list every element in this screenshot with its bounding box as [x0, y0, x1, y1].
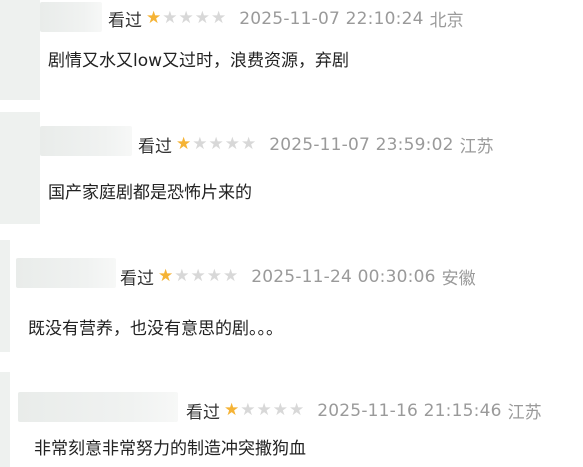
- watch-status: 看过: [186, 403, 220, 423]
- avatar[interactable]: [0, 240, 10, 352]
- avatar[interactable]: [0, 112, 40, 224]
- username[interactable]: [40, 126, 132, 156]
- comment-meta: 看过 ★ ★ ★ ★ ★ 2025-11-16 21:15:46 江苏: [186, 398, 542, 424]
- comment-location: 江苏: [507, 403, 542, 423]
- comment-time: 2025-11-07 23:59:02: [269, 134, 454, 155]
- star-empty-icon: ★: [190, 266, 206, 286]
- watch-status: 看过: [120, 269, 154, 289]
- comment-card: 看过 ★ ★ ★ ★ ★ 2025-11-07 22:10:24 北京 剧情又水…: [0, 0, 583, 100]
- star-empty-icon: ★: [192, 134, 208, 154]
- star-empty-icon: ★: [178, 8, 194, 28]
- comment-time: 2025-11-07 22:10:24: [239, 8, 424, 29]
- watch-status: 看过: [138, 137, 172, 157]
- star-empty-icon: ★: [256, 400, 272, 420]
- comment-card: 看过 ★ ★ ★ ★ ★ 2025-11-07 23:59:02 江苏 国产家庭…: [0, 112, 583, 224]
- comment-text: 非常刻意非常努力的制造冲突撒狗血: [34, 439, 306, 459]
- comment-list: 看过 ★ ★ ★ ★ ★ 2025-11-07 22:10:24 北京 剧情又水…: [0, 0, 583, 467]
- comment-meta: 看过 ★ ★ ★ ★ ★ 2025-11-24 00:30:06 安徽: [120, 264, 476, 290]
- avatar[interactable]: [0, 372, 10, 467]
- comment-card: 看过 ★ ★ ★ ★ ★ 2025-11-24 00:30:06 安徽 既没有营…: [0, 240, 583, 352]
- star-filled-icon: ★: [224, 400, 240, 420]
- star-filled-icon: ★: [176, 134, 192, 154]
- star-empty-icon: ★: [272, 400, 288, 420]
- comment-time: 2025-11-16 21:15:46: [317, 400, 502, 421]
- comment-text: 剧情又水又low又过时，浪费资源，弃剧: [48, 51, 350, 71]
- rating-stars: ★ ★ ★ ★ ★: [224, 402, 305, 419]
- star-empty-icon: ★: [223, 266, 239, 286]
- star-empty-icon: ★: [206, 266, 222, 286]
- comment-location: 江苏: [459, 137, 494, 157]
- avatar[interactable]: [0, 0, 40, 100]
- username[interactable]: [16, 258, 116, 288]
- watch-status: 看过: [108, 11, 142, 31]
- comment-location: 安徽: [441, 269, 476, 289]
- comment-location: 北京: [429, 11, 464, 31]
- star-empty-icon: ★: [289, 400, 305, 420]
- star-filled-icon: ★: [146, 8, 162, 28]
- username[interactable]: [40, 2, 102, 32]
- star-empty-icon: ★: [174, 266, 190, 286]
- star-empty-icon: ★: [240, 400, 256, 420]
- comment-time: 2025-11-24 00:30:06: [251, 266, 436, 287]
- comment-text: 国产家庭剧都是恐怖片来的: [48, 183, 252, 203]
- star-empty-icon: ★: [194, 8, 210, 28]
- star-empty-icon: ★: [211, 8, 227, 28]
- star-empty-icon: ★: [224, 134, 240, 154]
- rating-stars: ★ ★ ★ ★ ★: [176, 136, 257, 153]
- star-empty-icon: ★: [162, 8, 178, 28]
- rating-stars: ★ ★ ★ ★ ★: [158, 268, 239, 285]
- username[interactable]: [18, 392, 178, 422]
- star-filled-icon: ★: [158, 266, 174, 286]
- comment-meta: 看过 ★ ★ ★ ★ ★ 2025-11-07 22:10:24 北京: [108, 6, 464, 32]
- comment-card: 看过 ★ ★ ★ ★ ★ 2025-11-16 21:15:46 江苏 非常刻意…: [0, 372, 583, 467]
- star-empty-icon: ★: [208, 134, 224, 154]
- rating-stars: ★ ★ ★ ★ ★: [146, 10, 227, 27]
- comment-text: 既没有营养，也没有意思的剧。。。: [28, 319, 283, 339]
- comment-meta: 看过 ★ ★ ★ ★ ★ 2025-11-07 23:59:02 江苏: [138, 132, 494, 158]
- star-empty-icon: ★: [241, 134, 257, 154]
